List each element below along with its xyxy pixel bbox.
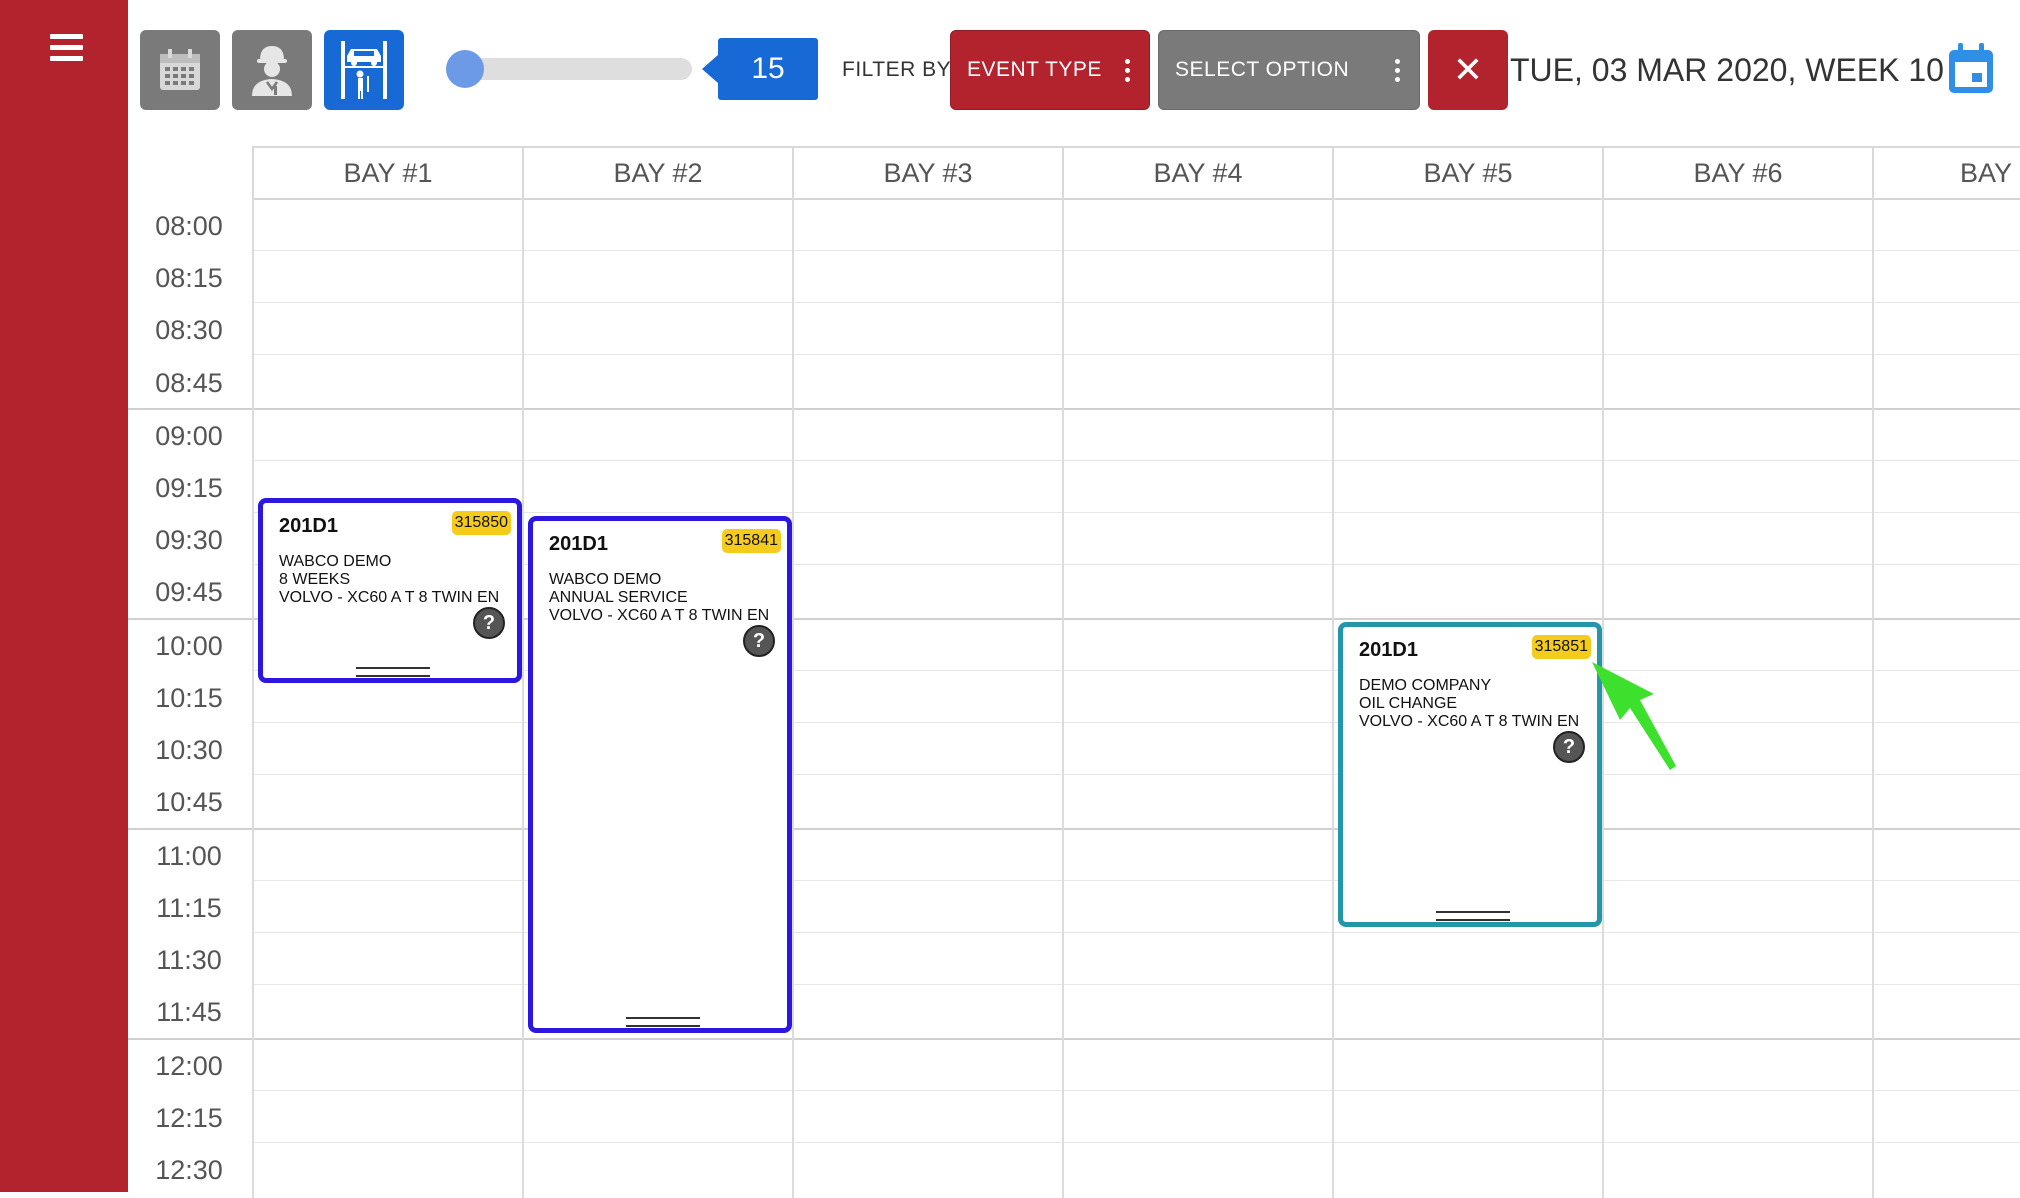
grid-line	[128, 828, 2020, 830]
event-code: 201D1	[549, 533, 608, 555]
event-vehicle: VOLVO - XC60 A T 8 TWIN EN	[1359, 713, 1580, 730]
bay-header: BAY #3	[792, 146, 1062, 198]
bay-header: BAY #2	[522, 146, 792, 198]
event-vehicle: VOLVO - XC60 A T 8 TWIN EN	[549, 607, 770, 624]
time-slot-label: 12:00	[155, 1051, 223, 1081]
bay-header: BAY #5	[1332, 146, 1602, 198]
event-customer: DEMO COMPANY	[1359, 677, 1492, 694]
resize-handle[interactable]	[1436, 911, 1510, 921]
time-slot-label: 12:15	[155, 1103, 223, 1133]
time-slot-label: 10:00	[155, 631, 223, 661]
mechanic-view-button[interactable]	[232, 30, 312, 110]
time-slot-label: 10:15	[155, 683, 223, 713]
time-slot-label: 09:15	[155, 473, 223, 503]
grid-line	[252, 984, 2020, 985]
more-vertical-icon	[1125, 59, 1131, 86]
grid-line	[128, 1038, 2020, 1040]
grid-line	[1872, 198, 1874, 1198]
grid-line	[252, 198, 254, 1198]
event-customer: WABCO DEMO	[279, 553, 392, 570]
grid-line	[522, 198, 524, 1198]
help-icon[interactable]: ?	[473, 607, 505, 639]
filter-label: FILTER BY:	[842, 58, 957, 81]
time-slot-label: 12:30	[155, 1155, 223, 1185]
time-slot-label: 09:00	[155, 421, 223, 451]
clear-filter-button[interactable]: ✕	[1428, 30, 1508, 110]
time-slot-label: 08:00	[155, 211, 223, 241]
event-service: OIL CHANGE	[1359, 695, 1458, 712]
grid-line	[252, 932, 2020, 933]
event-service: ANNUAL SERVICE	[549, 589, 688, 606]
job-number-badge: 315850	[451, 511, 511, 535]
event-type-filter-button[interactable]: EVENT TYPE	[950, 30, 1150, 110]
event-card[interactable]: 201D1 315841 WABCO DEMO ANNUAL SERVICE V…	[528, 516, 792, 1033]
close-icon: ✕	[1452, 49, 1484, 90]
event-type-label: EVENT TYPE	[967, 58, 1102, 81]
event-vehicle: VOLVO - XC60 A T 8 TWIN EN	[279, 589, 500, 606]
zoom-slider-value: 15	[702, 38, 818, 100]
sidebar	[0, 0, 128, 1192]
grid-line	[1332, 198, 1334, 1198]
more-vertical-icon	[1395, 59, 1401, 86]
time-slot-label: 11:45	[156, 997, 222, 1027]
grid-line	[252, 1142, 2020, 1143]
calendar-view-button[interactable]	[140, 30, 220, 110]
time-slot-label: 09:30	[155, 525, 223, 555]
event-code: 201D1	[1359, 639, 1418, 661]
bay-header: BAY #4	[1062, 146, 1332, 198]
grid-line	[252, 354, 2020, 355]
event-card[interactable]: 201D1 315851 DEMO COMPANY OIL CHANGE VOL…	[1338, 622, 1602, 927]
grid-line	[252, 302, 2020, 303]
time-slot-label: 08:15	[155, 263, 223, 293]
help-icon[interactable]: ?	[743, 625, 775, 657]
event-card[interactable]: 201D1 315850 WABCO DEMO 8 WEEKS VOLVO - …	[258, 498, 522, 683]
menu-icon[interactable]	[50, 34, 83, 64]
event-customer: WABCO DEMO	[549, 571, 662, 588]
pointer-arrow-icon	[1592, 662, 1676, 770]
grid-line	[252, 460, 2020, 461]
grid-line	[128, 408, 2020, 410]
time-slot-label: 10:45	[155, 787, 223, 817]
select-option-label: SELECT OPTION	[1175, 58, 1350, 81]
vehicle-lift-icon	[341, 41, 387, 99]
time-slot-label: 11:00	[156, 841, 222, 871]
grid-line	[252, 774, 2020, 775]
resize-handle[interactable]	[626, 1017, 700, 1027]
time-slot-label: 09:45	[155, 577, 223, 607]
time-slot-label: 10:30	[155, 735, 223, 765]
time-slot-label: 11:15	[156, 893, 222, 923]
zoom-slider-handle[interactable]	[446, 50, 484, 88]
calendar-icon	[160, 49, 200, 90]
grid-line	[252, 722, 2020, 723]
job-number-badge: 315841	[721, 529, 781, 553]
grid-line	[792, 198, 794, 1198]
zoom-slider-track[interactable]	[448, 58, 692, 80]
event-service: 8 WEEKS	[279, 571, 351, 588]
grid-line	[252, 1090, 2020, 1091]
time-slot-label: 11:30	[156, 945, 222, 975]
time-slot-label: 08:30	[155, 315, 223, 345]
calendar-icon[interactable]	[1946, 42, 1996, 96]
current-date-label: TUE, 03 MAR 2020, WEEK 10	[1510, 52, 1944, 88]
mechanic-icon	[252, 46, 292, 96]
bay-header: BAY #6	[1602, 146, 1872, 198]
grid-line	[252, 198, 2020, 200]
bay-header: BAY	[1872, 146, 2020, 198]
resize-handle[interactable]	[356, 667, 430, 677]
bay-header: BAY #1	[252, 146, 522, 198]
select-option-filter-button[interactable]: SELECT OPTION	[1158, 30, 1420, 110]
grid-line	[252, 880, 2020, 881]
vehicle-lift-view-button[interactable]	[324, 30, 404, 110]
time-slot-label: 08:45	[155, 368, 223, 398]
grid-line	[1062, 198, 1064, 1198]
grid-line	[252, 250, 2020, 251]
event-code: 201D1	[279, 515, 338, 537]
